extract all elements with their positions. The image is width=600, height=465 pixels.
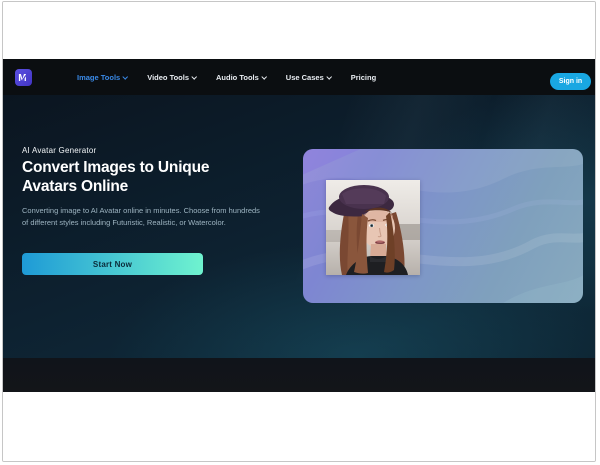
hero-title: Convert Images to Unique Avatars Online	[22, 158, 209, 196]
nav-item-label: Pricing	[350, 72, 377, 82]
top-white-strip	[3, 2, 595, 59]
chevron-down-icon	[327, 74, 332, 79]
nav-item-video-tools[interactable]: Video Tools	[147, 73, 197, 82]
chevron-down-icon	[123, 74, 128, 79]
source-portrait-image	[326, 180, 420, 275]
brand-logo[interactable]: M	[15, 69, 32, 86]
hero-description: Converting image to AI Avatar online in …	[22, 206, 260, 228]
hero-eyebrow: AI Avatar Generator	[22, 146, 97, 155]
nav-item-audio-tools[interactable]: Audio Tools	[216, 73, 267, 82]
nav-menu: Image Tools Video Tools Audio Tools Use …	[77, 73, 376, 82]
media-logo-m-icon: M	[17, 71, 30, 84]
nav-item-label: Image Tools	[77, 72, 121, 82]
bottom-white-strip	[3, 392, 595, 461]
hero-section: AI Avatar Generator Convert Images to Un…	[3, 95, 595, 392]
chevron-down-icon	[192, 74, 197, 79]
hero-title-line2: Avatars Online	[22, 178, 129, 195]
nav-item-label: Audio Tools	[216, 72, 259, 82]
hero-title-line1: Convert Images to Unique	[22, 159, 210, 176]
nav-item-use-cases[interactable]: Use Cases	[286, 73, 332, 82]
start-now-button[interactable]: Start Now	[22, 253, 203, 275]
nav-item-image-tools[interactable]: Image Tools	[77, 73, 128, 82]
nav-item-pricing[interactable]: Pricing	[351, 73, 376, 82]
svg-text:M: M	[18, 73, 26, 84]
chevron-down-icon	[262, 74, 267, 79]
sign-in-button[interactable]: Sign in	[550, 73, 591, 90]
hero-bottom-dark-band	[3, 358, 595, 392]
nav-item-label: Video Tools	[147, 72, 190, 82]
main-navbar: M Image Tools Video Tools Audio Tools Us…	[3, 59, 595, 95]
page-frame: M Image Tools Video Tools Audio Tools Us…	[2, 1, 596, 462]
avatar-preview-card	[303, 149, 583, 303]
nav-item-label: Use Cases	[285, 72, 324, 82]
